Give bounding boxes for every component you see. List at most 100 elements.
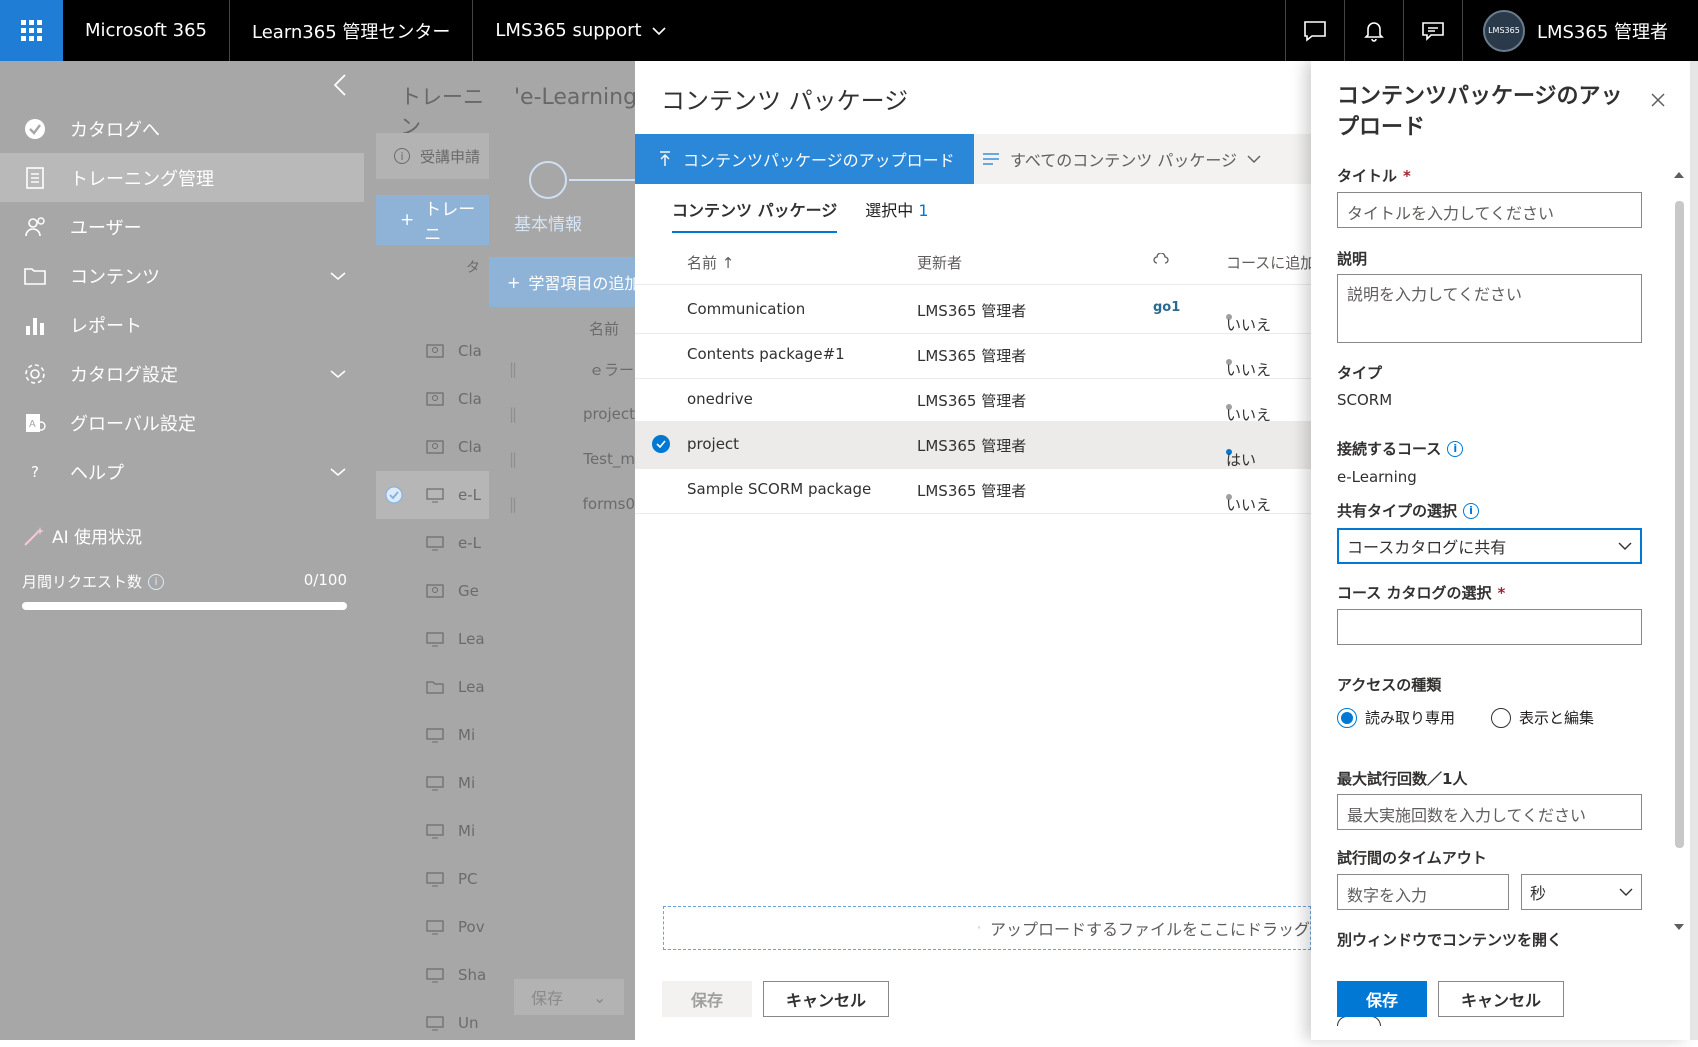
- timeout-input[interactable]: 数字を入力: [1337, 874, 1509, 910]
- provider-badge: go1: [1153, 300, 1181, 315]
- table-row[interactable]: Communication LMS365 管理者 go1 いいえ: [635, 286, 1311, 334]
- drag-handle-icon[interactable]: ||: [489, 405, 583, 423]
- user-menu[interactable]: LMS365 LMS365 管理者: [1461, 0, 1698, 61]
- table-row[interactable]: Lea: [376, 615, 489, 663]
- sidebar-item-global-settings[interactable]: A グローバル設定: [0, 398, 364, 447]
- monitor-icon: [412, 487, 458, 503]
- sidebar-item-help[interactable]: ? ヘルプ: [0, 447, 364, 496]
- drag-handle-icon[interactable]: ||: [489, 450, 583, 468]
- chevron-down-icon[interactable]: [330, 265, 346, 286]
- title-input[interactable]: タイトルを入力してください: [1337, 192, 1642, 228]
- window-scrollbar[interactable]: [1690, 61, 1698, 1040]
- sidebar-item-catalog-settings[interactable]: カタログ設定: [0, 349, 364, 398]
- add-learning-item-button[interactable]: + 学習項目の追加: [489, 257, 635, 307]
- upload-package-button[interactable]: コンテンツパッケージのアップロード: [635, 134, 974, 184]
- monitor-icon: [412, 823, 458, 839]
- table-row[interactable]: Lea: [376, 663, 489, 711]
- avatar: LMS365: [1482, 9, 1525, 52]
- info-bar: i 受講申請: [376, 133, 489, 179]
- step-basic-info[interactable]: 基本情報: [514, 210, 582, 235]
- list-item[interactable]: || forms0: [489, 480, 635, 528]
- table-row[interactable]: Mi: [376, 759, 489, 807]
- selected-count: 1: [918, 201, 929, 220]
- panel-cancel-button[interactable]: キャンセル: [1438, 981, 1564, 1017]
- access-edit-radio[interactable]: 表示と編集: [1491, 707, 1594, 728]
- column-header-name[interactable]: 名前 ↑: [687, 252, 734, 273]
- brand-label[interactable]: Microsoft 365: [63, 0, 230, 61]
- table-row[interactable]: e-L: [376, 471, 489, 519]
- package-name: Communication: [687, 300, 806, 318]
- feedback-icon[interactable]: [1402, 0, 1462, 61]
- chevron-down-icon: [651, 26, 666, 35]
- save-button[interactable]: 保存: [662, 981, 752, 1017]
- sidebar-item-contents[interactable]: コンテンツ: [0, 251, 364, 300]
- column-header-updated-by[interactable]: 更新者: [917, 252, 962, 273]
- table-row[interactable]: Ge: [376, 567, 489, 615]
- chevron-down-icon[interactable]: [330, 461, 346, 482]
- table-row[interactable]: Sample SCORM package LMS365 管理者 いいえ: [635, 466, 1311, 514]
- check-circle-icon[interactable]: [376, 486, 412, 504]
- admin-center-label[interactable]: Learn365 管理センター: [230, 0, 474, 61]
- add-training-button[interactable]: + トレーニ: [376, 195, 489, 245]
- column-header-name: 名前: [589, 320, 620, 338]
- drag-handle-icon[interactable]: ||: [489, 495, 583, 513]
- list-item[interactable]: || Test_m: [489, 435, 635, 483]
- all-packages-label: すべてのコンテンツ パッケージ: [1010, 151, 1238, 170]
- app-launcher-icon[interactable]: [0, 0, 63, 61]
- chevron-down-icon[interactable]: [330, 363, 346, 384]
- notification-bell-icon[interactable]: [1343, 0, 1403, 61]
- file-dropzone[interactable]: アップロードするファイルをここにドラッグ: [663, 906, 1311, 950]
- chat-icon[interactable]: [1284, 0, 1344, 61]
- column-header-course-added[interactable]: コースに追加: [1226, 252, 1315, 273]
- access-readonly-radio[interactable]: 読み取り専用: [1337, 707, 1455, 728]
- table-row[interactable]: Contents package#1 LMS365 管理者 いいえ: [635, 331, 1311, 379]
- table-row[interactable]: Cla: [376, 327, 489, 375]
- row-title: Sha: [458, 966, 487, 984]
- title-label: タイトル *: [1337, 165, 1411, 186]
- table-row[interactable]: Mi: [376, 711, 489, 759]
- catalog-picker-input[interactable]: [1337, 609, 1642, 645]
- list-item[interactable]: || project: [489, 390, 635, 438]
- max-attempts-input[interactable]: 最大実施回数を入力してください: [1337, 794, 1642, 830]
- tab-selected[interactable]: 選択中 1: [865, 197, 928, 233]
- info-icon[interactable]: i: [1463, 502, 1480, 519]
- list-item[interactable]: || ｅラー: [489, 345, 635, 393]
- table-row[interactable]: e-L: [376, 519, 489, 567]
- check-circle-icon[interactable]: [652, 435, 670, 453]
- panel-save-button[interactable]: 保存: [1337, 981, 1427, 1017]
- table-row[interactable]: project LMS365 管理者 はい: [635, 421, 1311, 469]
- tenant-selector[interactable]: LMS365 support: [473, 0, 687, 61]
- table-row[interactable]: Cla: [376, 375, 489, 423]
- updated-by: LMS365 管理者: [917, 347, 1027, 365]
- panel-scroll-thumb[interactable]: [1675, 201, 1684, 848]
- catalog-label-text: コース カタログの選択: [1337, 584, 1492, 602]
- cancel-button[interactable]: キャンセル: [763, 981, 889, 1017]
- new-window-toggle[interactable]: [1337, 1016, 1381, 1026]
- table-row[interactable]: Mi: [376, 807, 489, 855]
- scroll-down-icon[interactable]: [1673, 923, 1685, 931]
- filter-lines-icon: [983, 153, 999, 165]
- share-type-dropdown[interactable]: コースカタログに共有: [1337, 528, 1642, 564]
- table-row[interactable]: PC: [376, 855, 489, 903]
- info-icon[interactable]: i: [1447, 440, 1464, 457]
- table-row[interactable]: Pov: [376, 903, 489, 951]
- close-icon[interactable]: [1650, 89, 1666, 114]
- sidebar-item-catalog[interactable]: カタログへ: [0, 104, 364, 153]
- collapse-chevron-icon[interactable]: [333, 71, 347, 104]
- table-row[interactable]: Cla: [376, 423, 489, 471]
- table-row[interactable]: Sha: [376, 951, 489, 999]
- drag-handle-icon[interactable]: ||: [489, 360, 589, 378]
- description-textarea[interactable]: 説明を入力してください: [1337, 274, 1642, 343]
- sidebar-item-users[interactable]: ユーザー: [0, 202, 364, 251]
- monthly-requests-value: 0/100: [303, 571, 347, 589]
- timeout-unit-dropdown[interactable]: 秒: [1521, 874, 1642, 910]
- all-packages-filter[interactable]: すべてのコンテンツ パッケージ: [982, 134, 1261, 184]
- monitor-icon: [412, 535, 458, 551]
- table-row[interactable]: onedrive LMS365 管理者 いいえ: [635, 376, 1311, 424]
- info-icon[interactable]: i: [148, 573, 165, 590]
- sidebar-item-reports[interactable]: レポート: [0, 300, 364, 349]
- sidebar-item-training[interactable]: トレーニング管理: [0, 153, 364, 202]
- scroll-up-icon[interactable]: [1673, 171, 1685, 179]
- course-save-button[interactable]: 保存 ⌄: [514, 979, 624, 1015]
- tab-packages[interactable]: コンテンツ パッケージ: [672, 197, 838, 233]
